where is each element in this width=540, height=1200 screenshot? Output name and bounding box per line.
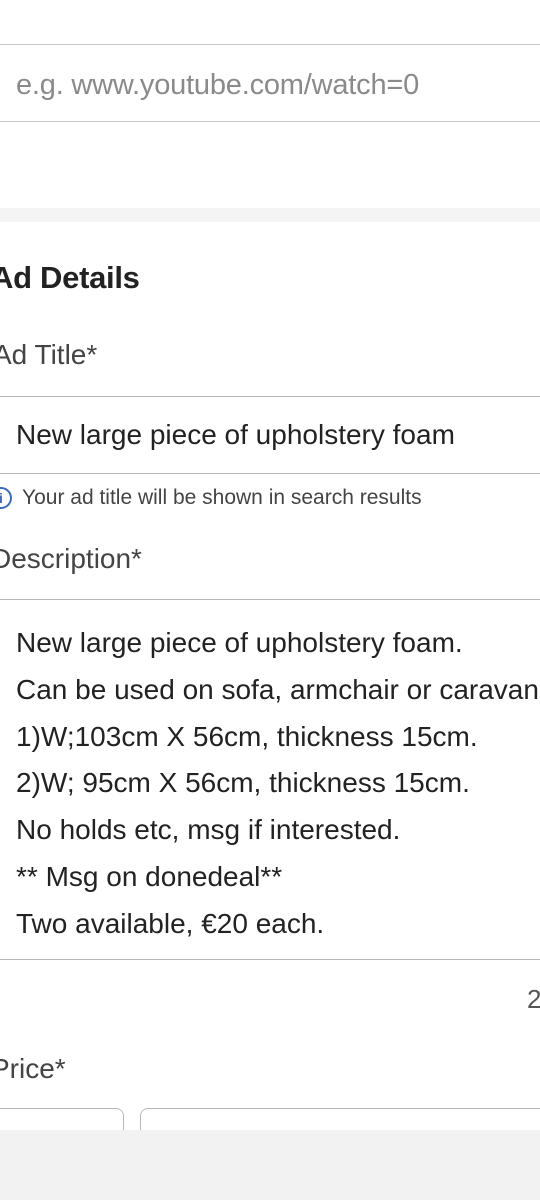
ad-title-hint: i Your ad title will be shown in search … (0, 486, 422, 510)
ad-details-section: Ad Details Ad Title* New large piece of … (0, 222, 540, 1130)
video-url-input[interactable]: e.g. www.youtube.com/watch=0 (0, 44, 540, 122)
ad-title-value: New large piece of upholstery foam (16, 419, 455, 450)
ad-title-label: Ad Title* (0, 339, 98, 370)
video-url-placeholder: e.g. www.youtube.com/watch=0 (16, 69, 420, 101)
info-icon: i (0, 487, 12, 509)
video-section: e.g. www.youtube.com/watch=0 (0, 0, 540, 208)
ad-title-hint-text: Your ad title will be shown in search re… (22, 486, 422, 509)
ad-title-input[interactable]: New large piece of upholstery foam (0, 396, 540, 474)
price-input[interactable] (140, 1108, 540, 1130)
price-currency-select[interactable] (0, 1108, 124, 1130)
description-textarea[interactable]: New large piece of upholstery foam. Can … (0, 599, 540, 960)
section-title: Ad Details (0, 260, 140, 295)
bottom-bar (0, 1130, 540, 1200)
price-label: Price* (0, 1053, 66, 1084)
description-label: Description* (0, 543, 142, 574)
description-char-count: 2 (527, 984, 540, 1014)
description-value: New large piece of upholstery foam. Can … (16, 627, 540, 939)
